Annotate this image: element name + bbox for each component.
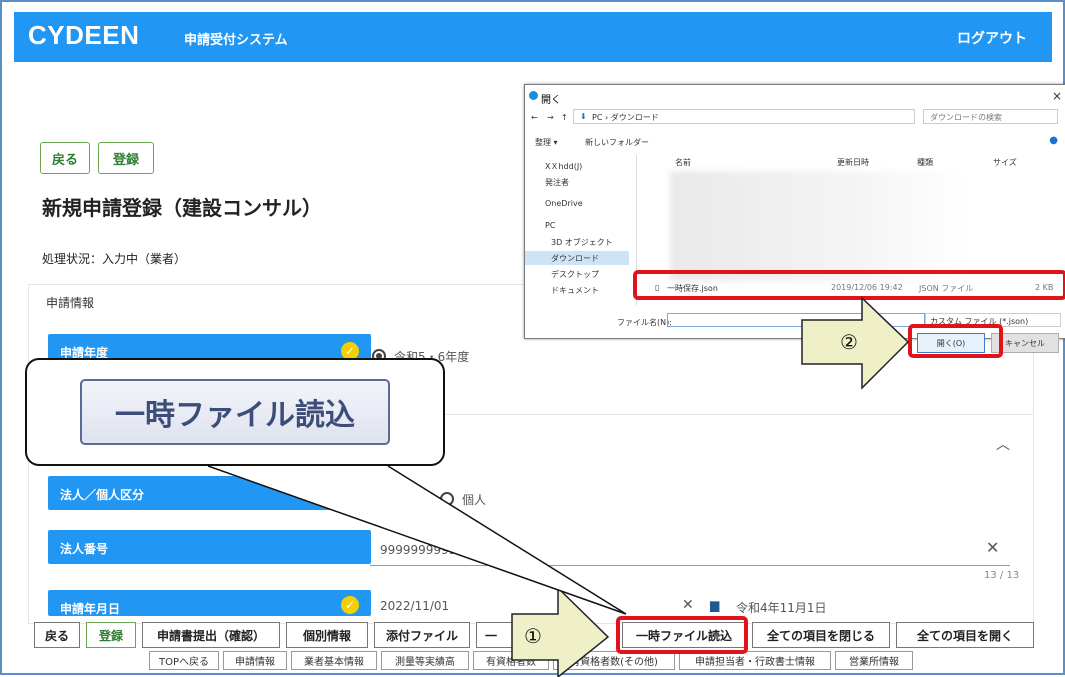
screen: CYDEEN 申請受付システム ログアウト 戻る 登録 新規申請登録（建設コンサ… (0, 0, 1065, 677)
filename-label: ファイル名(N): (617, 318, 672, 327)
dialog-close-icon[interactable]: × (1052, 89, 1062, 103)
folder-tree: ⅩＸhdd(J) 発注者 OneDrive PC 3D オブジェクト ダウンロー… (525, 155, 637, 305)
col-date[interactable]: 更新日時 (837, 157, 869, 168)
tree-item[interactable]: ⅩＸhdd(J) (545, 161, 582, 172)
search-placeholder: ダウンロードの検索 (930, 113, 1002, 122)
corp-kind-label: 法人／個人区分 (48, 476, 371, 510)
chevron-up-icon[interactable]: ︿ (996, 434, 1010, 454)
toolbar-register-button[interactable]: 登録 (86, 622, 136, 648)
corp-kind-label-text: 法人／個人区分 (60, 488, 145, 502)
new-folder-button[interactable]: 新しいフォルダー (585, 137, 649, 148)
date-wareki: 令和4年11月1日 (736, 601, 827, 615)
nav-application-info[interactable]: 申請情報 (223, 651, 287, 670)
process-status: 処理状況：入力中（業者） (42, 252, 187, 266)
expand-all-button[interactable]: 全ての項目を開く (896, 622, 1034, 648)
corp-number-label: 法人番号 (48, 530, 371, 564)
char-counter: 13 / 13 (984, 570, 1020, 581)
nav-company-info[interactable]: 業者基本情報 (291, 651, 377, 670)
highlight-open-button (908, 324, 1003, 358)
collapse-all-button[interactable]: 全ての項目を閉じる (752, 622, 890, 648)
cancel-label: キャンセル (1005, 338, 1045, 348)
tree-item[interactable]: デスクトップ (551, 269, 599, 280)
help-icon[interactable]: ● (1049, 135, 1058, 146)
page-title: 新規申請登録（建設コンサル） (42, 196, 322, 220)
hidden-toolbar-button[interactable]: 一 (476, 622, 516, 648)
date-label-text: 申請年月日 (60, 602, 121, 616)
marker-one: ① (524, 624, 542, 648)
tree-item-downloads[interactable]: ダウンロード (525, 251, 629, 265)
toolbar-back-button[interactable]: 戻る (34, 622, 80, 648)
nav-top[interactable]: TOPへ戻る (149, 651, 219, 670)
col-name[interactable]: 名前 (675, 157, 691, 168)
attachment-button[interactable]: 添付ファイル (374, 622, 470, 648)
submit-confirm-button[interactable]: 申請書提出（確認） (142, 622, 280, 648)
date-label: 申請年月日 ✓ (48, 590, 371, 616)
date-clear-icon[interactable]: ✕ (682, 597, 694, 613)
individual-option: 個人 (462, 493, 487, 507)
address-path: PC › ダウンロード (592, 113, 659, 122)
system-title: 申請受付システム (184, 33, 288, 48)
blurred-file-list (670, 171, 970, 281)
address-bar[interactable]: ⬇ PC › ダウンロード (573, 109, 915, 124)
tree-label: ダウンロード (551, 254, 599, 263)
highlight-load-button (616, 616, 748, 654)
up-arrow-icon[interactable]: ↑ (561, 113, 568, 122)
highlight-file-row (633, 270, 1065, 300)
dialog-title: 開く (541, 95, 561, 106)
download-arrow-icon: ⬇ (580, 112, 587, 121)
col-type[interactable]: 種類 (917, 157, 933, 168)
filename-input[interactable] (667, 313, 925, 327)
nav-qualified-count[interactable]: 有資格者数 (473, 651, 549, 670)
app-logo: CYDEEN (28, 20, 140, 50)
tree-item[interactable]: ドキュメント (551, 285, 599, 296)
tree-item-onedrive[interactable]: OneDrive (545, 199, 583, 208)
date-check-icon: ✓ (341, 596, 359, 614)
open-file-dialog: 開く × ← → ↑ ⬇ PC › ダウンロード ダウンロードの検索 整理 ▾ … (524, 84, 1065, 353)
date-value[interactable]: 2022/11/01 (380, 599, 449, 613)
register-button[interactable]: 登録 (98, 142, 154, 174)
nav-office-info[interactable]: 営業所情報 (835, 651, 913, 670)
clear-icon[interactable]: ✕ (986, 538, 999, 557)
corp-number-label-text: 法人番号 (60, 542, 109, 556)
individual-info-button[interactable]: 個別情報 (286, 622, 368, 648)
back-button[interactable]: 戻る (40, 142, 90, 174)
organize-menu[interactable]: 整理 ▾ (535, 137, 558, 148)
edge-icon (529, 91, 538, 100)
logout-link[interactable]: ログアウト (957, 28, 1027, 48)
col-size[interactable]: サイズ (993, 157, 1017, 168)
back-arrow-icon[interactable]: ← (531, 113, 538, 122)
individual-radio[interactable] (440, 492, 454, 506)
tree-item[interactable]: 3D オブジェクト (551, 237, 613, 248)
nav-survey-results[interactable]: 測量等実績高 (381, 651, 469, 670)
tree-item[interactable]: 発注者 (545, 177, 569, 188)
forward-arrow-icon[interactable]: → (547, 113, 554, 122)
dialog-search-input[interactable]: ダウンロードの検索 (923, 109, 1058, 124)
callout-button-zoom: 一時ファイル読込 (80, 379, 390, 445)
tree-item-pc[interactable]: PC (545, 221, 555, 230)
calendar-icon[interactable]: ▆ (710, 598, 719, 612)
section-title: 申請情報 (46, 296, 95, 310)
corp-number-value: 9999999999999 (380, 543, 480, 557)
app-header: CYDEEN 申請受付システム ログアウト (14, 12, 1052, 62)
marker-two: ② (840, 330, 858, 354)
